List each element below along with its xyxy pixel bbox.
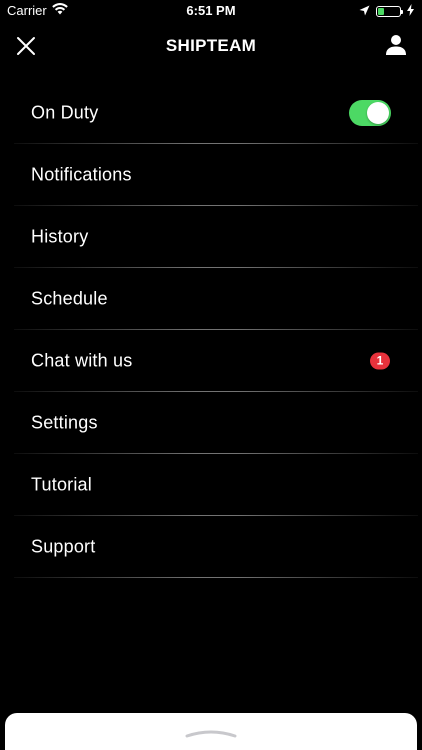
page-title: SHIPTEAM (165, 36, 257, 55)
on-duty-toggle[interactable] (349, 100, 391, 126)
menu-item-on-duty[interactable]: On Duty (0, 82, 422, 144)
menu-item-settings[interactable]: Settings (0, 392, 422, 454)
status-right (359, 4, 414, 19)
menu-item-chat-with-us[interactable]: Chat with us 1 (0, 330, 422, 392)
menu-item-label: Notifications (31, 164, 132, 185)
unread-badge: 1 (370, 352, 390, 370)
menu-item-label: Settings (31, 412, 98, 433)
chevron-up-icon[interactable] (184, 727, 238, 739)
menu-item-schedule[interactable]: Schedule (0, 268, 422, 330)
on-duty-label: On Duty (31, 102, 99, 123)
battery-icon (376, 6, 403, 17)
toggle-knob (367, 102, 389, 124)
side-menu: On Duty Notifications History Schedule C… (0, 82, 422, 578)
charging-bolt-icon (407, 4, 414, 19)
user-profile-icon (386, 35, 406, 55)
divider (14, 577, 418, 578)
menu-item-label: Schedule (31, 288, 108, 309)
menu-item-label: Support (31, 536, 96, 557)
menu-item-tutorial[interactable]: Tutorial (0, 454, 422, 516)
menu-item-support[interactable]: Support (0, 516, 422, 578)
bottom-sheet[interactable] (5, 713, 417, 750)
location-arrow-icon (359, 4, 370, 19)
menu-item-label: Chat with us (31, 350, 133, 371)
profile-button[interactable] (384, 33, 408, 57)
menu-item-label: Tutorial (31, 474, 92, 495)
menu-item-label: History (31, 226, 89, 247)
menu-item-notifications[interactable]: Notifications (0, 144, 422, 206)
menu-item-history[interactable]: History (0, 206, 422, 268)
battery-level-fill (378, 8, 384, 15)
status-bar: Carrier 6:51 PM (0, 0, 422, 22)
nav-bar: SHIPTEAM (0, 22, 422, 72)
